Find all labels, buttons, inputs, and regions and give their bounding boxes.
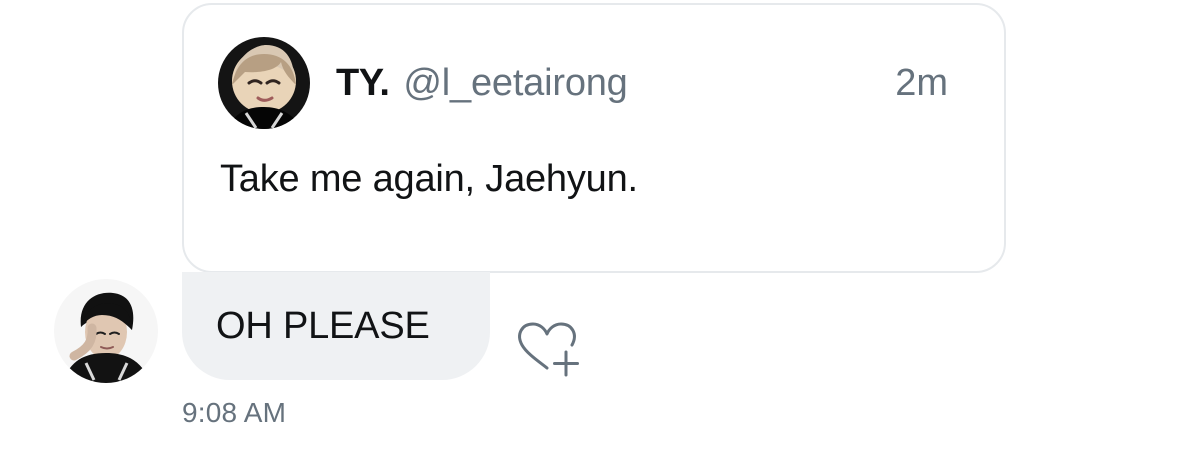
message-row: OH PLEASE [0,272,1200,383]
sender-avatar[interactable] [54,279,158,383]
message-bubble[interactable]: OH PLEASE [182,272,490,380]
quoted-tweet-header: TY. @l_eetairong 2m [218,37,948,129]
quoted-tweet-card[interactable]: TY. @l_eetairong 2m Take me again, Jaehy… [182,3,1006,273]
profile-photo-icon [54,279,158,383]
quoted-author-avatar[interactable] [218,37,310,129]
react-button[interactable] [514,319,580,379]
message-timestamp: 9:08 AM [182,397,287,428]
quoted-author-name: TY. [336,62,390,104]
heart-plus-icon [518,322,579,377]
quoted-author-handle: @l_eetairong [403,62,628,104]
quoted-tweet-time: 2m [895,62,948,104]
profile-photo-icon [218,37,310,129]
direct-message-screen: TY. @l_eetairong 2m Take me again, Jaehy… [0,0,1200,449]
quoted-tweet-text: Take me again, Jaehyun. [220,158,638,200]
